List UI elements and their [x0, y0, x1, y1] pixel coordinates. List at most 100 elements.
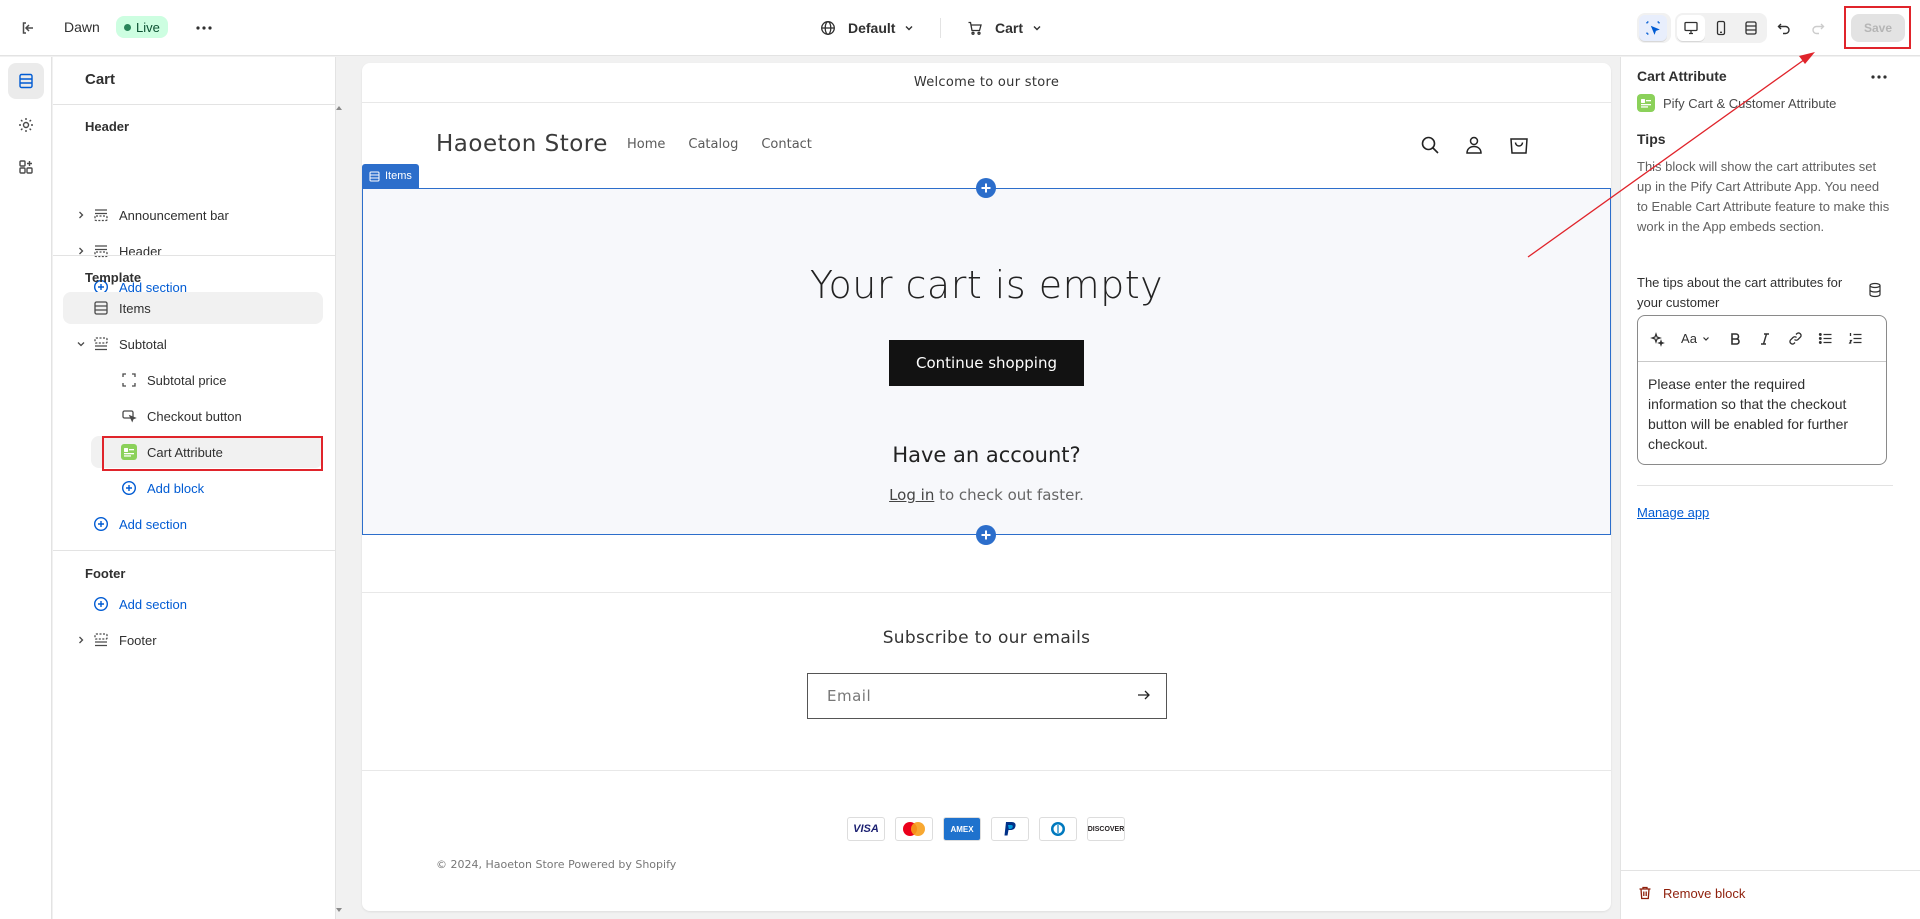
more-actions-icon[interactable] [1867, 67, 1891, 87]
mobile-icon[interactable] [1707, 15, 1735, 41]
add-section-above-icon[interactable] [976, 178, 996, 198]
have-account-heading: Have an account? [892, 443, 1081, 467]
chevron-down-icon [1031, 22, 1043, 34]
sidebar-divider [53, 550, 336, 551]
section-layout-icon [91, 241, 111, 261]
sidebar-block-checkout-button[interactable]: Checkout button [91, 400, 323, 432]
account-icon[interactable] [1462, 133, 1486, 157]
add-section-below-icon[interactable] [976, 525, 996, 545]
app-name: Pify Cart & Customer Attribute [1663, 95, 1837, 111]
sidebar-item-subtotal[interactable]: Subtotal [63, 328, 323, 360]
nav-link-home[interactable]: Home [627, 137, 665, 152]
cart-empty-title: Your cart is empty [809, 263, 1164, 307]
add-section-label: Add section [119, 596, 187, 612]
numbered-list-icon[interactable] [1840, 324, 1870, 354]
panel-footer-divider [1621, 870, 1920, 871]
arrow-right-icon[interactable] [1136, 687, 1152, 703]
undo-icon[interactable] [1772, 16, 1796, 40]
section-layout-icon [369, 171, 380, 182]
mastercard-icon [895, 817, 933, 841]
trash-icon [1637, 885, 1653, 901]
app-block-icon [1637, 94, 1655, 112]
cart-bag-icon[interactable] [1507, 133, 1531, 157]
login-link[interactable]: Log in [889, 486, 934, 504]
desktop-icon[interactable] [1677, 15, 1705, 41]
chevron-down-icon[interactable] [73, 328, 89, 360]
ai-sparkle-icon[interactable] [1642, 324, 1672, 354]
panel-title: Cart Attribute [1637, 68, 1727, 84]
nav-link-catalog[interactable]: Catalog [688, 137, 738, 152]
sidebar-item-announcement-bar[interactable]: Announcement bar [63, 199, 323, 231]
italic-icon[interactable] [1750, 324, 1780, 354]
more-actions-icon[interactable] [192, 16, 216, 40]
sidebar-titlebar: Cart [53, 57, 336, 105]
amex-icon: AMEX [943, 817, 981, 841]
text-style-dropdown[interactable]: Aa [1672, 324, 1720, 354]
footer-group-title: Footer [85, 566, 126, 581]
inspector-toggle [1637, 13, 1671, 43]
live-badge: Live [116, 16, 168, 38]
link-icon[interactable] [1780, 324, 1810, 354]
section-layout-icon [91, 298, 111, 318]
left-rail [0, 57, 52, 919]
rte-content[interactable]: Please enter the required information so… [1638, 362, 1886, 464]
items-section-tag[interactable]: Items [362, 164, 419, 188]
template-add-section-button[interactable]: Add section [63, 508, 187, 540]
top-bar: Dawn Live Default Cart Save [0, 0, 1920, 56]
rich-text-editor[interactable]: Aa Please enter the required information… [1637, 315, 1887, 465]
tips-field-label: The tips about the cart attributes for y… [1637, 275, 1843, 310]
redo-icon[interactable] [1806, 16, 1830, 40]
discover-icon: DISCOVER [1087, 817, 1125, 841]
store-logo-text[interactable]: Haoeton Store [436, 131, 608, 157]
add-block-button[interactable]: Add block [91, 472, 204, 504]
login-suffix: to check out faster. [934, 486, 1084, 504]
sidebar-title: Cart [85, 71, 116, 88]
chevron-right-icon[interactable] [73, 624, 89, 656]
remove-block-button[interactable]: Remove block [1637, 885, 1745, 901]
top-divider [940, 18, 941, 38]
store-link[interactable]: Haoeton Store [485, 858, 564, 871]
nav-link-contact[interactable]: Contact [761, 137, 812, 152]
template-group-title: Template [85, 270, 142, 285]
panel-divider [1637, 485, 1893, 486]
bullet-list-icon[interactable] [1810, 324, 1840, 354]
sections-icon[interactable] [8, 63, 44, 99]
exit-icon[interactable] [16, 16, 40, 40]
footer-add-section-button[interactable]: Add section [63, 588, 187, 620]
apps-icon[interactable] [8, 149, 44, 185]
locale-selector[interactable]: Default [820, 16, 915, 40]
continue-shopping-button[interactable]: Continue shopping [889, 340, 1084, 386]
bold-icon[interactable] [1720, 324, 1750, 354]
sidebar-scrollbar[interactable] [335, 100, 343, 918]
fullscreen-icon[interactable] [1737, 15, 1765, 41]
block-settings-panel: Cart Attribute Pify Cart & Customer Attr… [1620, 57, 1920, 919]
search-icon[interactable] [1418, 133, 1442, 157]
sidebar-item-header[interactable]: Header [63, 235, 323, 267]
section-layout-icon [91, 205, 111, 225]
add-block-label: Add block [147, 480, 205, 496]
cart-icon [967, 20, 983, 36]
payment-icons: VISA AMEX DISCOVER [847, 817, 1125, 841]
tips-heading: Tips [1637, 131, 1666, 147]
manage-app-link[interactable]: Manage app [1637, 505, 1709, 520]
device-preview-toggle [1675, 13, 1767, 43]
chevron-right-icon[interactable] [73, 199, 89, 231]
chevron-down-icon [903, 22, 915, 34]
footer-divider [362, 592, 1611, 593]
rte-toolbar: Aa [1638, 316, 1886, 362]
inspector-select-icon[interactable] [1639, 15, 1667, 41]
chevron-right-icon[interactable] [73, 235, 89, 267]
sidebar-item-label: Subtotal price [147, 372, 227, 388]
plus-circle-icon [91, 594, 111, 614]
sidebar-item-items[interactable]: Items [63, 292, 323, 324]
sidebar-item-label: Header [119, 243, 162, 259]
template-selector[interactable]: Cart [967, 16, 1043, 40]
sidebar-block-subtotal-price[interactable]: Subtotal price [91, 364, 323, 396]
dynamic-source-icon[interactable] [1867, 282, 1883, 298]
announcement-bar[interactable]: Welcome to our store [362, 63, 1611, 103]
sidebar-divider [53, 255, 336, 256]
sidebar-item-footer[interactable]: Footer [63, 624, 323, 656]
email-placeholder: Email [827, 687, 872, 705]
settings-gear-icon[interactable] [8, 107, 44, 143]
newsletter-email-input[interactable]: Email [807, 673, 1167, 719]
